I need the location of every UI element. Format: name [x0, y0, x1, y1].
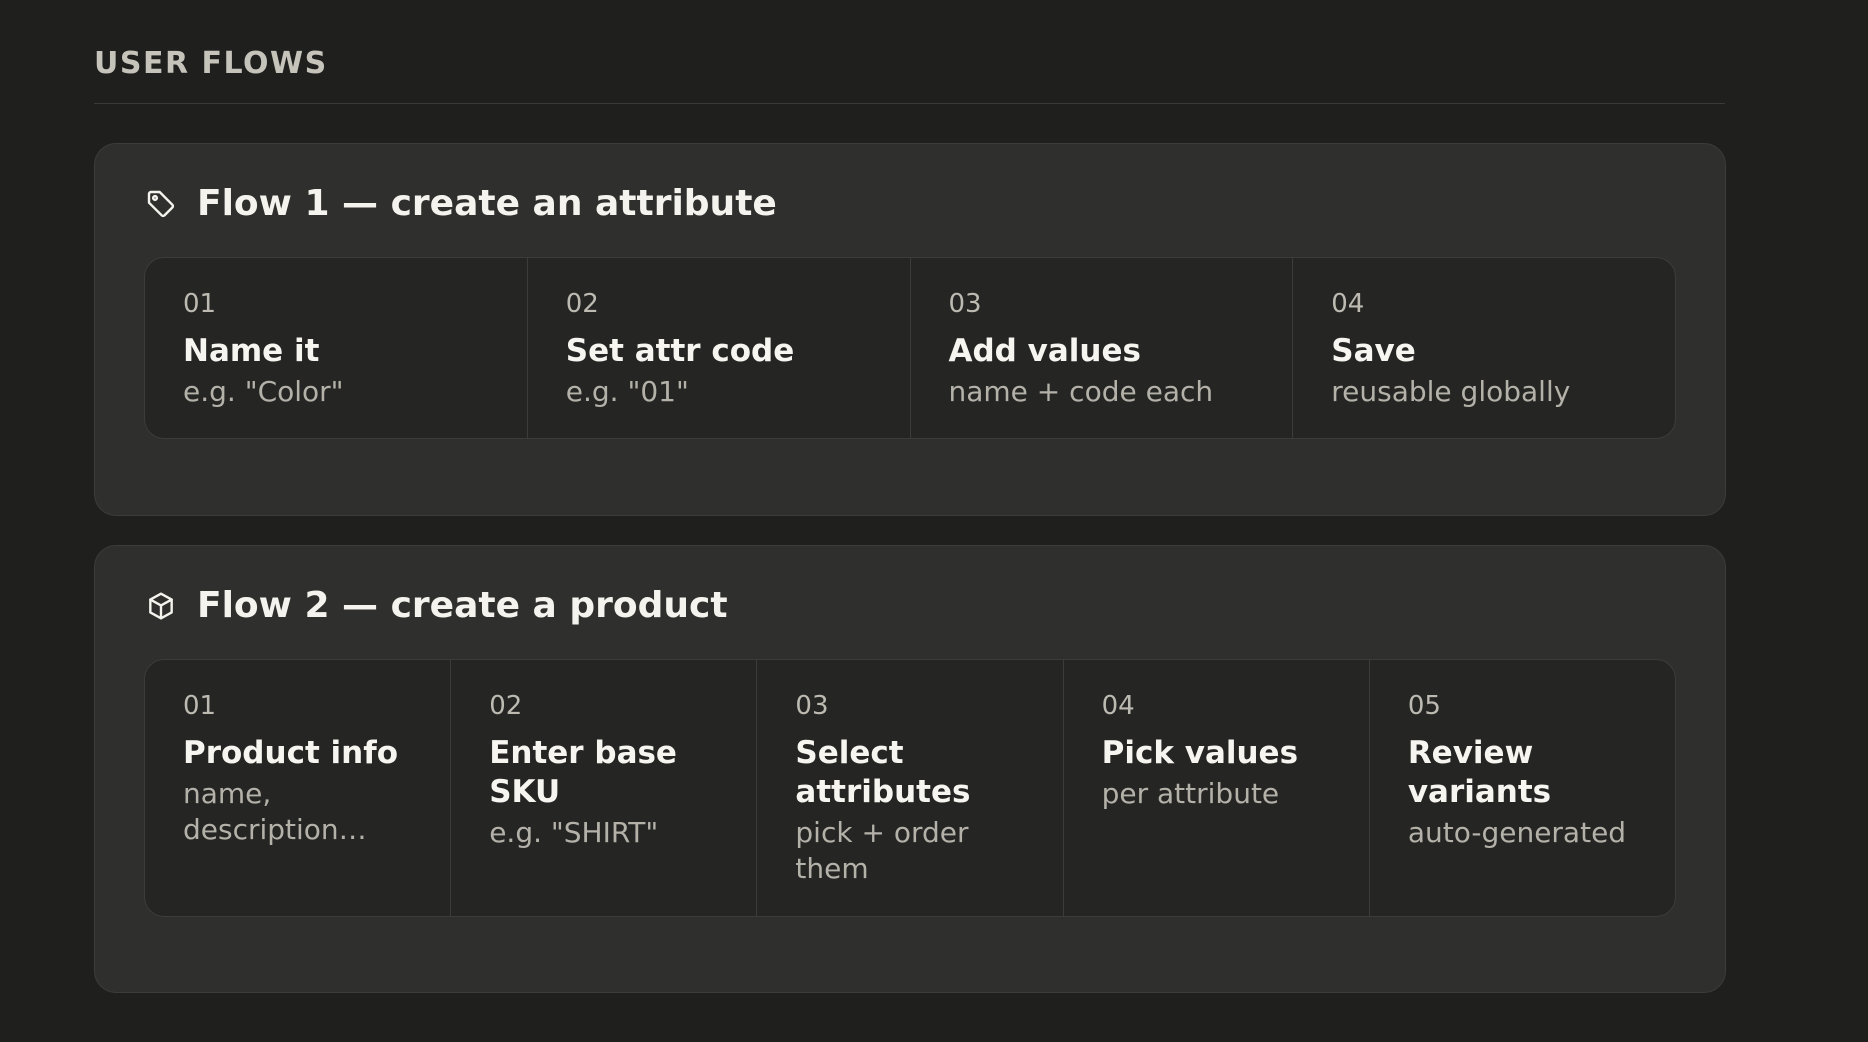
step-title: Set attr code	[565, 333, 795, 369]
step-number: 04	[1331, 289, 1365, 319]
step-card: 02 Enter base SKU e.g. "SHIRT"	[451, 660, 758, 916]
user-flows-page: USER FLOWS Flow 1 — create an attribute …	[0, 0, 1868, 1042]
step-number: 03	[795, 691, 829, 721]
step-card: 04 Pick values per attribute	[1064, 660, 1370, 916]
flow-card-attribute: Flow 1 — create an attribute 01 Name it …	[94, 143, 1726, 516]
step-card: 03 Select attributes pick + order them	[757, 660, 1064, 916]
step-card: 05 Review variants auto-generated	[1370, 660, 1675, 916]
step-title: Enter base SKU	[489, 735, 677, 810]
step-card: 04 Save reusable globally	[1293, 258, 1675, 438]
step-number: 05	[1407, 691, 1441, 721]
step-number: 02	[565, 289, 599, 319]
flow-card-product: Flow 2 — create a product 01 Product inf…	[94, 545, 1726, 993]
step-description: e.g. "Color"	[183, 375, 344, 408]
step-title: Review variants	[1407, 735, 1552, 810]
steps-row: 01 Product info name, description… 02 En…	[144, 659, 1676, 917]
step-title: Save	[1331, 333, 1416, 369]
step-description: reusable globally	[1331, 375, 1571, 408]
step-card: 01 Name it e.g. "Color"	[145, 258, 528, 438]
step-description: auto-generated	[1407, 816, 1627, 849]
step-title: Add values	[948, 333, 1141, 369]
section-title: USER FLOWS	[94, 46, 328, 81]
step-number: 02	[489, 691, 523, 721]
step-title: Name it	[183, 333, 320, 369]
flow-title: Flow 1 — create an attribute	[197, 183, 777, 224]
step-description: name, description…	[183, 777, 367, 846]
flow-title: Flow 2 — create a product	[197, 585, 728, 626]
step-card: 02 Set attr code e.g. "01"	[528, 258, 911, 438]
step-number: 04	[1101, 691, 1135, 721]
step-number: 03	[948, 289, 982, 319]
steps-row: 01 Name it e.g. "Color" 02 Set attr code…	[144, 257, 1676, 439]
step-title: Pick values	[1101, 735, 1299, 771]
section-header: USER FLOWS	[94, 46, 1725, 104]
flow-header: Flow 2 — create a product	[145, 584, 728, 628]
step-card: 03 Add values name + code each	[911, 258, 1294, 438]
step-description: pick + order them	[795, 816, 969, 885]
box-icon	[145, 590, 177, 622]
step-number: 01	[183, 289, 217, 319]
tag-icon	[145, 188, 177, 220]
step-number: 01	[183, 691, 217, 721]
step-description: per attribute	[1101, 777, 1280, 810]
step-title: Product info	[183, 735, 399, 771]
step-description: e.g. "01"	[565, 375, 689, 408]
step-title: Select attributes	[795, 735, 971, 810]
step-description: name + code each	[948, 375, 1214, 408]
step-card: 01 Product info name, description…	[145, 660, 452, 916]
step-description: e.g. "SHIRT"	[489, 816, 659, 849]
flow-header: Flow 1 — create an attribute	[145, 182, 777, 226]
